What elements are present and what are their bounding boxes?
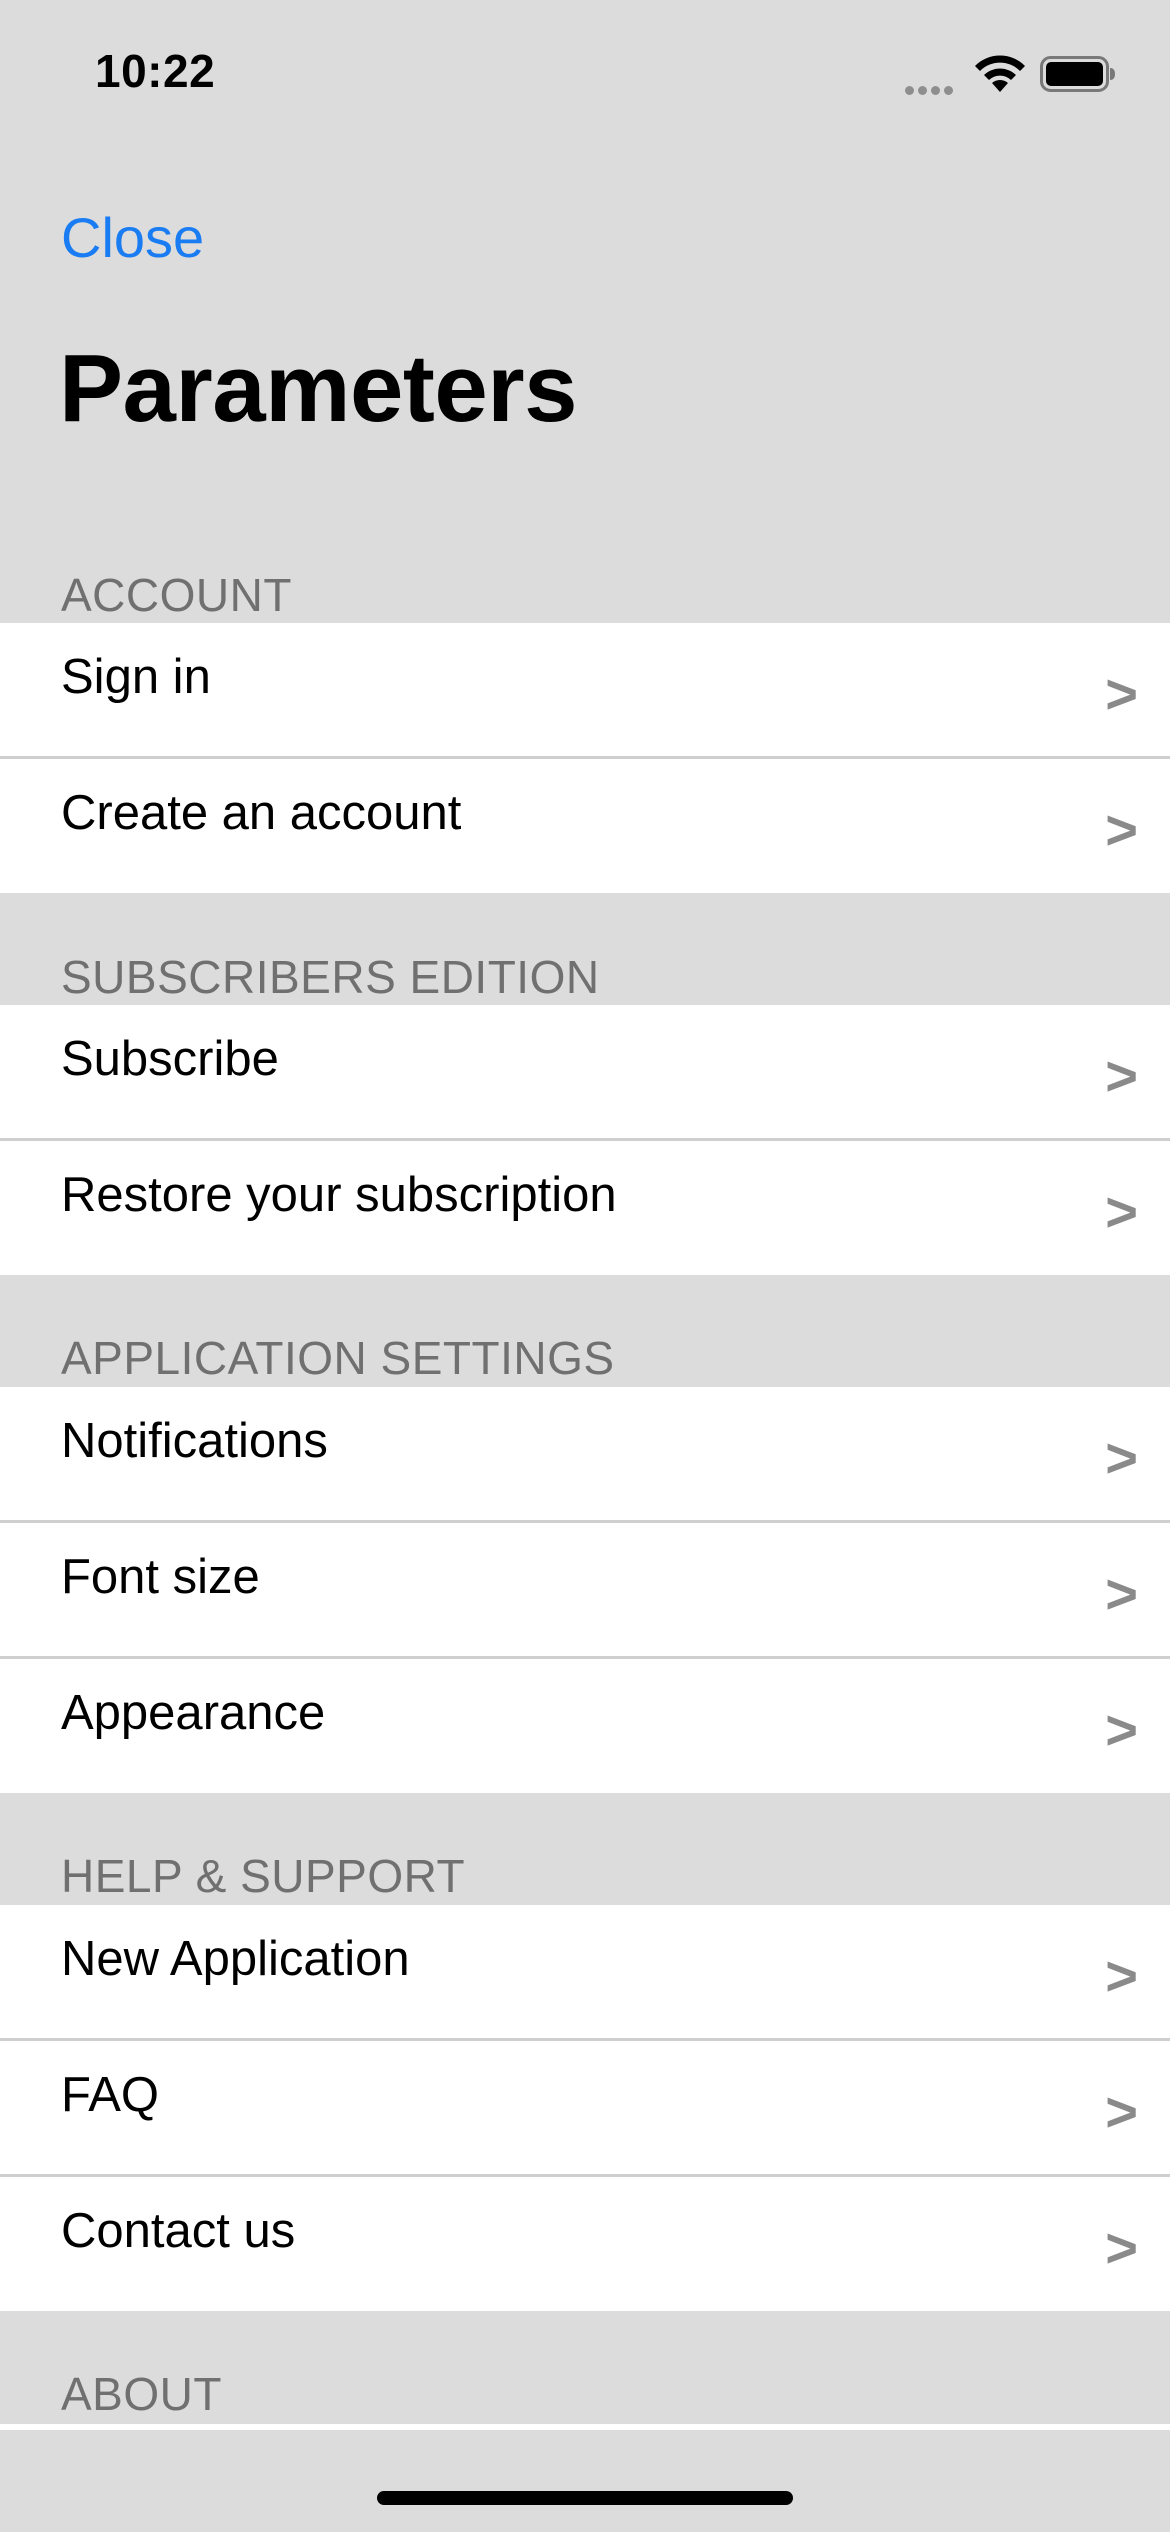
chevron-right-icon: > — [1105, 1426, 1138, 1489]
list-item-sign-in[interactable]: Sign in > — [0, 623, 1170, 759]
list-item-faq[interactable]: FAQ > — [0, 2041, 1170, 2177]
chevron-right-icon: > — [1105, 798, 1138, 861]
list-item-label: Create an account — [61, 786, 462, 840]
status-time: 10:22 — [95, 45, 216, 97]
home-indicator[interactable] — [377, 2491, 793, 2505]
section-header-account: ACCOUNT — [61, 569, 292, 621]
chevron-right-icon: > — [1105, 1562, 1138, 1625]
page-title: Parameters — [59, 335, 578, 442]
list-item-subscribe[interactable]: Subscribe > — [0, 1005, 1170, 1141]
list-item-label: Restore your subscription — [61, 1168, 617, 1222]
section-group-about — [0, 2424, 1170, 2430]
section-group-account: Sign in > Create an account > — [0, 623, 1170, 893]
chevron-right-icon: > — [1105, 1044, 1138, 1107]
battery-icon — [1040, 56, 1115, 92]
list-item-label: Font size — [61, 1550, 260, 1604]
list-item-restore-subscription[interactable]: Restore your subscription > — [0, 1141, 1170, 1275]
close-button[interactable]: Close — [61, 205, 204, 270]
chevron-right-icon: > — [1105, 662, 1138, 725]
chevron-right-icon: > — [1105, 1180, 1138, 1243]
list-item-label: Appearance — [61, 1686, 326, 1740]
wifi-icon — [975, 55, 1025, 92]
list-item-label: Subscribe — [61, 1032, 279, 1086]
list-item-label: FAQ — [61, 2068, 160, 2122]
list-item-label: New Application — [61, 1932, 410, 1986]
section-header-subscribers-edition: SUBSCRIBERS EDITION — [61, 951, 600, 1003]
section-group-subscribers-edition: Subscribe > Restore your subscription > — [0, 1005, 1170, 1275]
chevron-right-icon: > — [1105, 2216, 1138, 2279]
chevron-right-icon: > — [1105, 2080, 1138, 2143]
cellular-signal-icon — [905, 82, 957, 95]
list-item-appearance[interactable]: Appearance > — [0, 1659, 1170, 1793]
list-item-label: Contact us — [61, 2204, 296, 2258]
section-header-help-support: HELP & SUPPORT — [61, 1850, 466, 1902]
chevron-right-icon: > — [1105, 1698, 1138, 1761]
list-item-contact-us[interactable]: Contact us > — [0, 2177, 1170, 2311]
chevron-right-icon: > — [1105, 1944, 1138, 2007]
section-group-help-support: New Application > FAQ > Contact us > — [0, 1905, 1170, 2311]
list-item-notifications[interactable]: Notifications > — [0, 1387, 1170, 1523]
section-header-about: ABOUT — [61, 2368, 222, 2420]
status-bar: 10:22 — [0, 0, 1170, 150]
section-header-application-settings: APPLICATION SETTINGS — [61, 1332, 615, 1384]
section-group-application-settings: Notifications > Font size > Appearance > — [0, 1387, 1170, 1793]
list-item-font-size[interactable]: Font size > — [0, 1523, 1170, 1659]
list-item-label: Sign in — [61, 650, 211, 704]
list-item-label: Notifications — [61, 1414, 328, 1468]
list-item-create-account[interactable]: Create an account > — [0, 759, 1170, 893]
list-item-new-application[interactable]: New Application > — [0, 1905, 1170, 2041]
